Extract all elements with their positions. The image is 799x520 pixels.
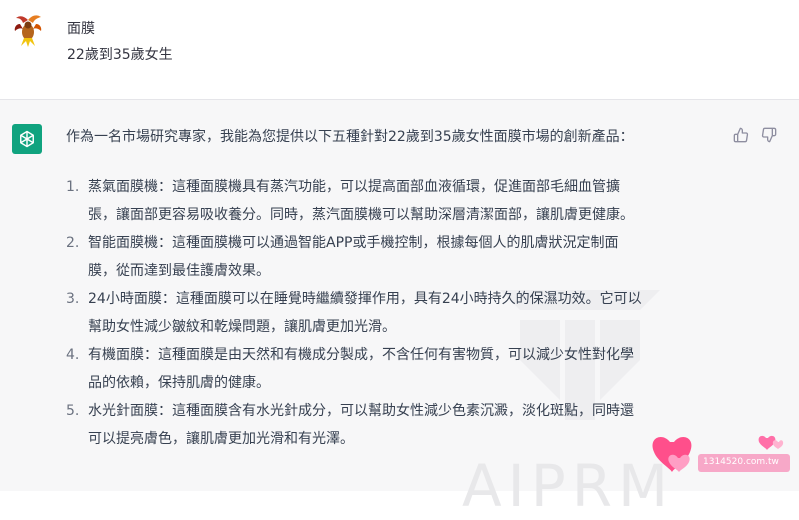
list-item: 5. 水光針面膜：這種面膜含有水光針成分，可以幫助女性減少色素沉澱，淡化斑點，同… — [66, 403, 634, 447]
openai-logo-icon — [12, 124, 42, 154]
thumbs-down-icon[interactable] — [761, 127, 777, 143]
list-item: 2. 智能面膜機：這種面膜機可以通過智能APP或手機控制，根據每個人的肌膚狀況定… — [66, 235, 619, 279]
assistant-intro: 作為一名市場研究專家，我能為您提供以下五種針對22歲到35歲女性面膜市場的創新產… — [66, 129, 634, 145]
list-item: 1. 蒸氣面膜機：這種面膜機具有蒸汽功能，可以提高面部血液循環，促進面部毛細血管… — [66, 179, 634, 223]
feedback-buttons — [733, 127, 777, 143]
aiprm-watermark: AIPRM — [462, 452, 675, 520]
user-message-line-2: 22歲到35歲女生 — [67, 47, 173, 63]
list-item: 3. 24小時面膜：這種面膜可以在睡覺時繼續發揮作用，具有24小時持久的保濕功效… — [66, 291, 642, 335]
list-item: 4. 有機面膜：這種面膜是由天然和有機成分製成，不含任何有害物質，可以減少女性對… — [66, 347, 634, 391]
user-message-line-1: 面膜 — [67, 21, 95, 37]
product-list: 1. 蒸氣面膜機：這種面膜機具有蒸汽功能，可以提高面部血液循環，促進面部毛細血管… — [66, 173, 716, 453]
user-message: 面膜 22歲到35歲女生 — [0, 0, 799, 99]
phoenix-avatar-icon — [14, 15, 42, 47]
site-badge[interactable]: 1314520.com.tw — [703, 457, 779, 467]
